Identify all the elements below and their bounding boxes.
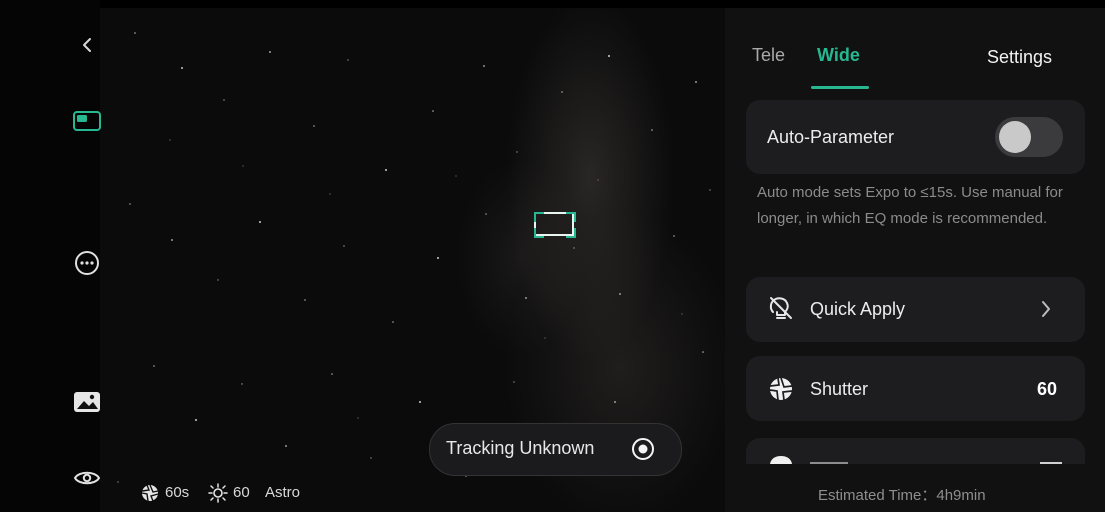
tab-tele[interactable]: Tele bbox=[752, 45, 785, 66]
settings-panel bbox=[725, 8, 1105, 512]
brightness-icon bbox=[208, 483, 228, 503]
layout-icon bbox=[73, 111, 101, 131]
more-icon bbox=[75, 251, 99, 275]
status-shutter-value: 60s bbox=[165, 484, 190, 501]
chevron-right-icon bbox=[1042, 301, 1050, 317]
aperture-icon-partial bbox=[770, 456, 792, 464]
settings-tab[interactable]: Settings bbox=[987, 47, 1052, 68]
visibility-button[interactable] bbox=[70, 461, 104, 495]
tab-wide[interactable]: Wide bbox=[817, 45, 860, 66]
chevron-left-icon bbox=[83, 38, 91, 52]
status-mode-label: Astro bbox=[265, 484, 301, 501]
camera-screen: Tracking Unknown 60s 60 Astro Tele Wide … bbox=[0, 0, 1105, 512]
shutter-label: Shutter bbox=[810, 379, 869, 399]
focus-corner bbox=[534, 212, 544, 222]
record-icon bbox=[632, 438, 654, 460]
shutter-card[interactable] bbox=[746, 356, 1085, 421]
back-button[interactable] bbox=[71, 28, 105, 62]
aperture-icon bbox=[769, 377, 793, 401]
auto-mode-note: Auto mode sets Expo to ≤15s. Use manual … bbox=[757, 184, 1063, 227]
more-options-button[interactable] bbox=[70, 246, 104, 280]
shutter-status-icon bbox=[141, 484, 159, 502]
gallery-button[interactable] bbox=[70, 385, 104, 419]
layout-toggle-button[interactable] bbox=[70, 104, 104, 138]
auto-parameter-toggle[interactable] bbox=[995, 117, 1063, 157]
focus-corner bbox=[566, 212, 576, 222]
estimated-time-label: Estimated Time：4h9min bbox=[818, 487, 986, 504]
gallery-icon bbox=[74, 392, 100, 412]
status-brightness-value: 60 bbox=[233, 484, 250, 501]
partial-label-line bbox=[810, 462, 848, 464]
toggle-knob bbox=[999, 121, 1031, 153]
quick-apply-card[interactable] bbox=[746, 277, 1085, 342]
quick-apply-icon bbox=[769, 297, 792, 319]
shutter-value: 60 bbox=[1037, 379, 1058, 399]
tracking-status-label: Tracking Unknown bbox=[446, 438, 595, 458]
focus-corner bbox=[534, 228, 544, 238]
next-setting-card-partial[interactable] bbox=[746, 438, 1085, 464]
partial-value-line bbox=[1040, 462, 1062, 464]
active-tab-indicator bbox=[811, 86, 869, 89]
quick-apply-label: Quick Apply bbox=[810, 299, 906, 319]
auto-parameter-label: Auto-Parameter bbox=[767, 127, 895, 147]
eye-icon bbox=[73, 471, 101, 485]
focus-corner bbox=[566, 228, 576, 238]
